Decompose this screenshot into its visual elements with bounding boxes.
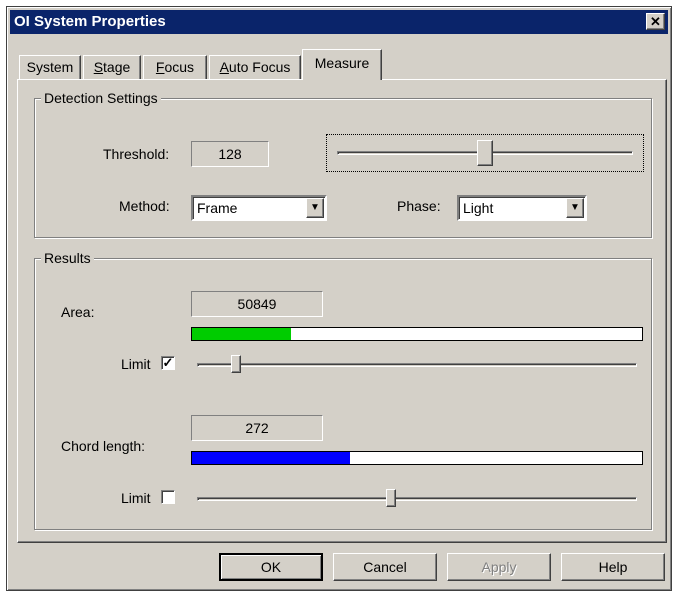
tab-measure-label: Measure	[314, 55, 370, 71]
results-label: Results	[41, 250, 94, 266]
measure-tab-panel: Detection Settings Threshold: 128 Method…	[17, 79, 667, 543]
area-limit-slider-track	[197, 363, 637, 367]
chevron-down-icon[interactable]: ▼	[566, 198, 584, 218]
area-label: Area:	[61, 304, 95, 320]
system-properties-dialog: OI System Properties ✕ System Stage Focu…	[6, 6, 672, 591]
chord-limit-slider-thumb[interactable]	[386, 489, 396, 507]
area-limit-slider-thumb[interactable]	[231, 355, 241, 373]
phase-label: Phase:	[397, 198, 441, 214]
tab-stage[interactable]: Stage	[83, 55, 141, 79]
chord-length-progress-bar	[191, 451, 643, 465]
tab-measure[interactable]: Measure	[302, 49, 382, 80]
tab-auto-focus[interactable]: Auto Focus	[209, 55, 301, 79]
method-label: Method:	[119, 198, 170, 214]
method-dropdown[interactable]: Frame ▼	[191, 195, 327, 221]
chord-limit-checkbox[interactable]	[161, 490, 175, 504]
chord-length-label: Chord length:	[61, 438, 146, 454]
tab-stage-mnemonic: S	[93, 59, 104, 75]
apply-button[interactable]: Apply	[447, 553, 551, 581]
tab-focus[interactable]: Focus	[143, 55, 207, 79]
chord-length-progress-fill	[192, 452, 350, 464]
area-value: 50849	[191, 291, 323, 317]
title-bar[interactable]: OI System Properties ✕	[10, 10, 668, 34]
tab-auto-focus-mnemonic: A	[219, 59, 229, 75]
phase-dropdown[interactable]: Light ▼	[457, 195, 587, 221]
chord-limit-label: Limit	[121, 490, 151, 506]
chord-limit-slider-track	[197, 497, 637, 501]
area-progress-bar	[191, 327, 643, 341]
threshold-label: Threshold:	[103, 146, 170, 162]
chord-length-value: 272	[191, 415, 323, 441]
tab-system-label: System	[26, 59, 74, 75]
ok-button[interactable]: OK	[219, 553, 323, 581]
window-title: OI System Properties	[14, 13, 166, 30]
area-limit-label: Limit	[121, 356, 151, 372]
threshold-value: 128	[191, 141, 269, 167]
chevron-down-icon[interactable]: ▼	[306, 198, 324, 218]
tab-auto-focus-label: uto Focus	[228, 59, 291, 75]
threshold-slider[interactable]	[326, 134, 644, 172]
method-value: Frame	[197, 200, 238, 216]
tab-stage-label: tage	[103, 59, 131, 75]
chord-limit-slider[interactable]	[197, 485, 637, 511]
detection-settings-label: Detection Settings	[41, 90, 161, 106]
area-limit-slider[interactable]	[197, 351, 637, 377]
area-limit-checkbox[interactable]: ✓	[161, 356, 175, 370]
cancel-button[interactable]: Cancel	[333, 553, 437, 581]
area-progress-fill	[192, 328, 291, 340]
tab-system[interactable]: System	[19, 55, 81, 79]
detection-settings-group: Detection Settings Threshold: 128 Method…	[34, 90, 652, 238]
help-button[interactable]: Help	[561, 553, 665, 581]
close-icon[interactable]: ✕	[646, 13, 665, 30]
phase-value: Light	[463, 200, 494, 216]
tab-focus-label: ocus	[164, 59, 195, 75]
results-group: Results Area: 50849 Limit ✓ Chord length…	[34, 250, 652, 530]
threshold-slider-thumb[interactable]	[477, 140, 493, 166]
